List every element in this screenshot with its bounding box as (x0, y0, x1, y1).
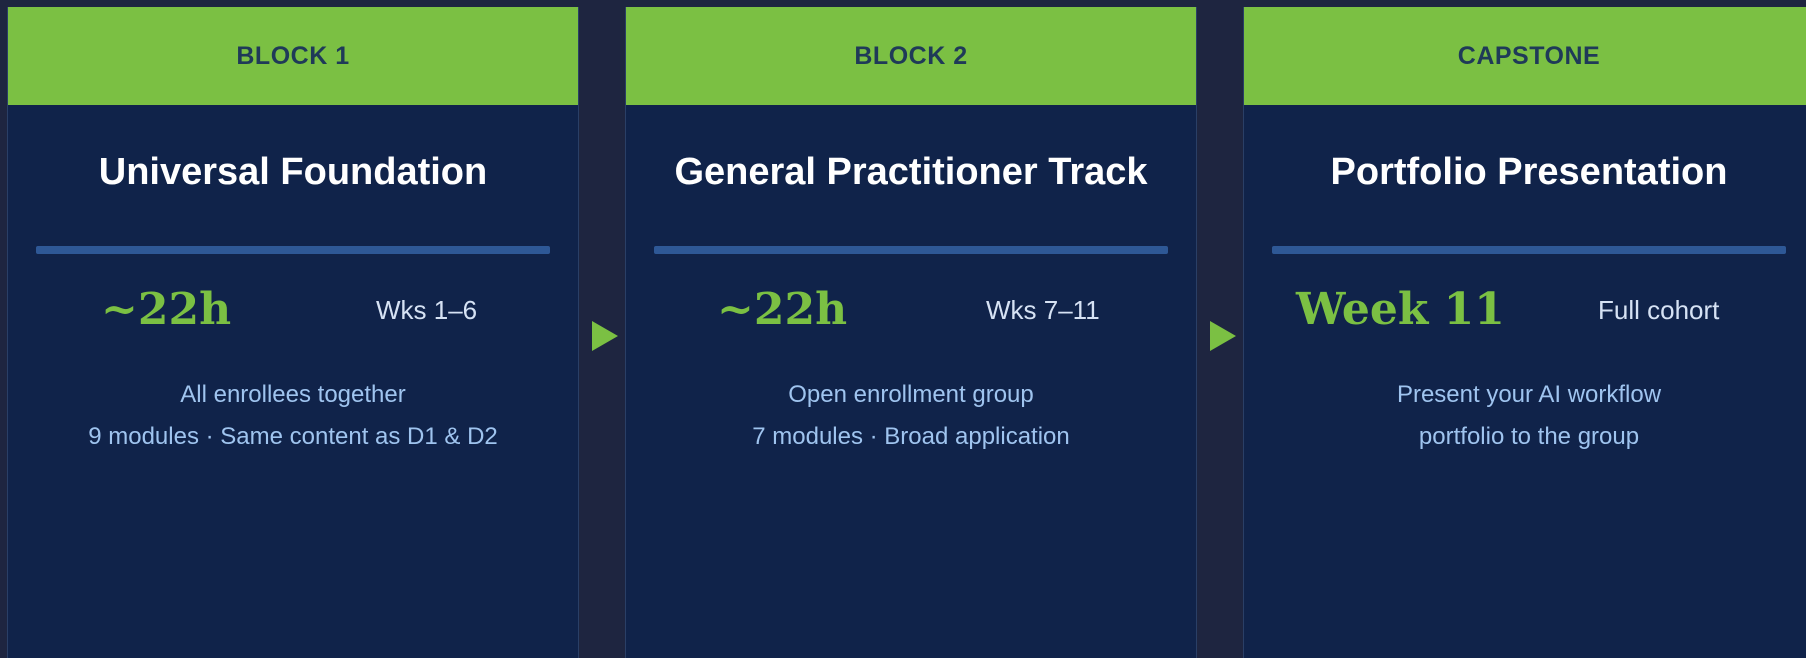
divider (654, 246, 1168, 254)
block-header: BLOCK 2 (626, 7, 1196, 105)
play-arrow-icon (1210, 321, 1236, 351)
play-arrow-icon (592, 321, 618, 351)
block-header-label: BLOCK 1 (236, 41, 350, 70)
description-line: Present your AI workflow (1396, 381, 1662, 408)
schedule-label: Full cohort (1598, 295, 1720, 325)
block-header: CAPSTONE (1244, 7, 1806, 105)
block-card-1: BLOCK 1 Universal Foundation ~22h Wks 1–… (7, 7, 579, 658)
block-card-2: BLOCK 2 General Practitioner Track ~22h … (625, 7, 1197, 658)
description-line: 9 modules · Same content as D1 & D2 (88, 423, 498, 450)
block-title: Portfolio Presentation (1330, 151, 1728, 193)
block-header-label: BLOCK 2 (854, 41, 968, 70)
description-line: Open enrollment group (788, 381, 1034, 408)
duration-stat: ~22h (101, 284, 232, 335)
block-title: General Practitioner Track (674, 151, 1148, 193)
block-stats: ~22h Wks 1–6 (8, 275, 578, 345)
block-title: Universal Foundation (98, 151, 488, 193)
block-description: All enrollees together 9 modules · Same … (8, 374, 578, 458)
divider (36, 246, 550, 254)
block-stats: ~22h Wks 7–11 (626, 275, 1196, 345)
schedule-label: Wks 1–6 (376, 295, 478, 325)
block-card-capstone: CAPSTONE Portfolio Presentation Week 11 … (1243, 7, 1806, 658)
block-description: Present your AI workflow portfolio to th… (1244, 374, 1806, 458)
schedule-label: Wks 7–11 (986, 295, 1100, 325)
description-line: 7 modules · Broad application (752, 423, 1070, 450)
divider (1272, 246, 1786, 254)
block-header: BLOCK 1 (8, 7, 578, 105)
block-stats: Week 11 Full cohort (1244, 275, 1806, 345)
duration-stat: Week 11 (1296, 284, 1505, 335)
block-header-label: CAPSTONE (1457, 41, 1601, 70)
block-description: Open enrollment group 7 modules · Broad … (626, 374, 1196, 458)
description-line: All enrollees together (180, 381, 406, 408)
description-line: portfolio to the group (1418, 423, 1640, 450)
duration-stat: ~22h (717, 284, 848, 335)
